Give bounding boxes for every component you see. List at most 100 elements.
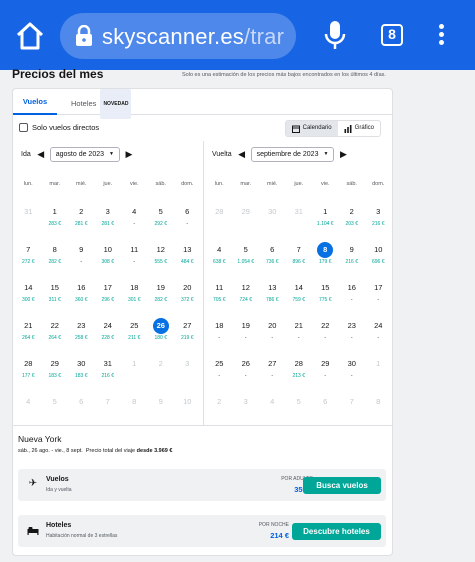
calendar-day[interactable]: 12 555 €: [148, 235, 175, 273]
calendar-day[interactable]: 4 638 €: [206, 235, 233, 273]
calendar-day[interactable]: 6 736 €: [259, 235, 286, 273]
day-number: 6: [185, 207, 190, 216]
calendar-day[interactable]: 8 179 €: [312, 235, 339, 273]
search-flights-button[interactable]: Busca vuelos: [303, 477, 381, 494]
calendar-day[interactable]: 10 308 €: [95, 235, 122, 273]
day-price: [233, 411, 260, 418]
calendar-day[interactable]: 17 -: [365, 273, 392, 311]
calendar-day[interactable]: 8 282 €: [42, 235, 69, 273]
calendar-day[interactable]: 18 301 €: [121, 273, 148, 311]
day-price: 216 €: [101, 373, 114, 379]
calendar-day[interactable]: 20 372 €: [174, 273, 201, 311]
calendar-day[interactable]: 19 -: [233, 311, 260, 349]
calendar-day[interactable]: 16 360 €: [68, 273, 95, 311]
calendar-day[interactable]: 12 724 €: [233, 273, 260, 311]
calendar-day[interactable]: 3 216 €: [365, 197, 392, 235]
calendar-day[interactable]: 23 -: [339, 311, 366, 349]
address-bar[interactable]: skyscanner.es/trar: [60, 13, 296, 59]
return-month-select[interactable]: septiembre de 2023 ▼: [250, 146, 335, 162]
calendar-day[interactable]: 22 264 €: [42, 311, 69, 349]
calendar-day[interactable]: 7 896 €: [286, 235, 313, 273]
calendar-day[interactable]: 30 -: [339, 349, 366, 387]
direct-flights-checkbox[interactable]: [19, 123, 28, 132]
calendar-day[interactable]: 13 786 €: [259, 273, 286, 311]
calendar-day[interactable]: 27 -: [259, 349, 286, 387]
calendar-day[interactable]: 3 281 €: [95, 197, 122, 235]
day-price: 736 €: [265, 259, 279, 265]
calendar-day[interactable]: 15 775 €: [312, 273, 339, 311]
direct-flights-toggle[interactable]: Solo vuelos directos: [19, 123, 99, 132]
calendar-day[interactable]: 9-: [68, 235, 95, 273]
calendar-day[interactable]: 14 759 €: [286, 273, 313, 311]
weekday-label: vie.: [129, 181, 139, 187]
calendar-day[interactable]: 26 -: [233, 349, 260, 387]
selected-day-number: 26: [152, 318, 169, 334]
outbound-prev-arrow-icon[interactable]: ◀: [37, 149, 45, 160]
calendar-day[interactable]: 19 282 €: [148, 273, 175, 311]
calendar-day[interactable]: 17 296 €: [95, 273, 122, 311]
chart-view-button[interactable]: Gráfico: [338, 121, 380, 136]
calendar-day[interactable]: 21 264 €: [15, 311, 42, 349]
calendar-day: 29: [233, 197, 260, 235]
tab-switcher-button[interactable]: 8: [381, 24, 403, 46]
microphone-icon[interactable]: [323, 20, 347, 50]
home-icon[interactable]: [14, 20, 46, 52]
calendar-day[interactable]: 4-: [121, 197, 148, 235]
calendar-day[interactable]: 18 -: [206, 311, 233, 349]
return-prev-arrow-icon[interactable]: ◀: [238, 149, 246, 160]
calendar-day[interactable]: 13 484 €: [174, 235, 201, 273]
outbound-next-arrow-icon[interactable]: ▶: [125, 149, 133, 160]
calendar-day[interactable]: 2 281 €: [68, 197, 95, 235]
day-number: 8: [376, 397, 381, 406]
tab-flights[interactable]: Vuelos: [13, 89, 57, 115]
return-next-arrow-icon[interactable]: ▶: [339, 149, 347, 160]
calendar-day[interactable]: 10 696 €: [365, 235, 392, 273]
day-price: 296 €: [101, 297, 114, 303]
calendar-day[interactable]: 22 -: [312, 311, 339, 349]
calendar-day[interactable]: 5 292 €: [148, 197, 175, 235]
calendar-day[interactable]: 5 1.054 €: [233, 235, 260, 273]
day-price: [286, 411, 313, 418]
calendar-day[interactable]: 7 272 €: [15, 235, 42, 273]
calendar-day[interactable]: 1 283 €: [42, 197, 69, 235]
day-number: 31: [103, 359, 112, 368]
calendar-day[interactable]: 24 228 €: [95, 311, 122, 349]
calendar-day[interactable]: 15 311 €: [42, 273, 69, 311]
calendar-day[interactable]: 2 203 €: [339, 197, 366, 235]
outbound-month-select[interactable]: agosto de 2023 ▼: [49, 146, 120, 162]
calendar-day[interactable]: 9 216 €: [339, 235, 366, 273]
calendar-day[interactable]: 25 211 €: [121, 311, 148, 349]
calendar-day[interactable]: 21 -: [286, 311, 313, 349]
overflow-menu-icon[interactable]: [434, 24, 448, 48]
calendar-day[interactable]: 28 177 €: [15, 349, 42, 387]
day-price: [15, 221, 42, 228]
calendar-day[interactable]: 6-: [174, 197, 201, 235]
calendar-day[interactable]: 1 1.104 €: [312, 197, 339, 235]
calendar-day[interactable]: 16 -: [339, 273, 366, 311]
tab-hotels[interactable]: Hoteles NOVEDAD: [71, 89, 132, 119]
calendar-day[interactable]: 29 183 €: [42, 349, 69, 387]
day-number: 20: [268, 321, 277, 330]
day-price: 775 €: [318, 297, 332, 303]
hotels-offer: Hoteles Habitación normal de 3 estrellas…: [18, 515, 386, 547]
calendar-day[interactable]: 25 -: [206, 349, 233, 387]
discover-hotels-button[interactable]: Descubre hoteles: [292, 523, 381, 540]
calendar-day[interactable]: 23 258 €: [68, 311, 95, 349]
calendar-day[interactable]: 26 180 €: [148, 311, 175, 349]
day-price: -: [271, 373, 274, 379]
day-price: [15, 411, 42, 418]
calendar-day[interactable]: 28 213 €: [286, 349, 313, 387]
calendar-day[interactable]: 30 183 €: [68, 349, 95, 387]
calendar-day[interactable]: 29 -: [312, 349, 339, 387]
day-number: 17: [374, 283, 383, 292]
calendar-day[interactable]: 14 300 €: [15, 273, 42, 311]
calendar-day[interactable]: 11 -: [121, 235, 148, 273]
calendar-day[interactable]: 27 219 €: [174, 311, 201, 349]
calendar-view-button[interactable]: Calendario: [285, 121, 338, 136]
calendar-day[interactable]: 20 -: [259, 311, 286, 349]
calendar-day[interactable]: 24 -: [365, 311, 392, 349]
calendar-day[interactable]: 31 216 €: [95, 349, 122, 387]
day-number: 7: [349, 397, 354, 406]
calendar-day[interactable]: 11 705 €: [206, 273, 233, 311]
day-number: 8: [132, 397, 137, 406]
